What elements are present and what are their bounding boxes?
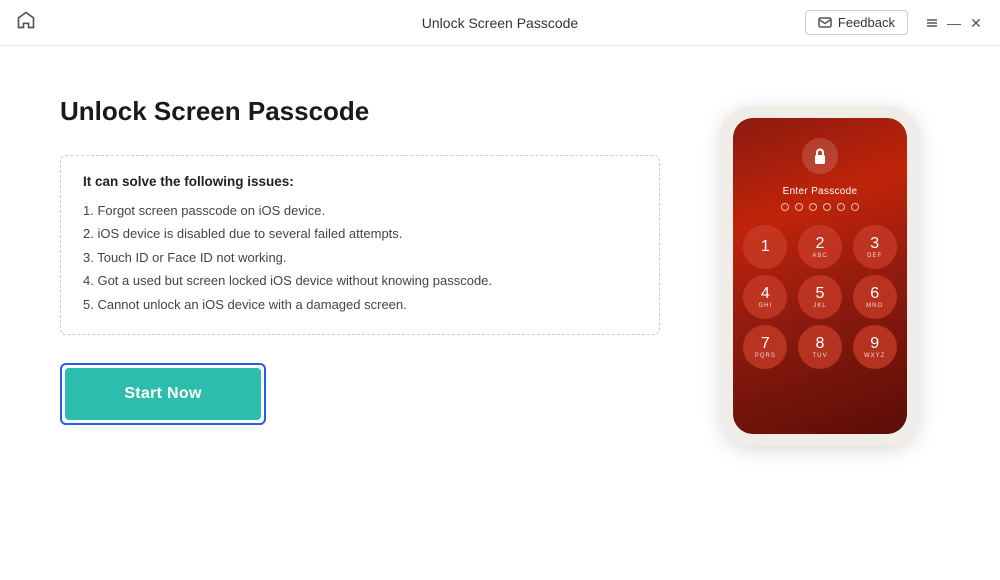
passcode-dot [823,203,831,211]
passcode-dot [809,203,817,211]
start-now-button[interactable]: Start Now [65,368,261,420]
passcode-dot [781,203,789,211]
mail-icon [818,17,832,28]
num-btn-3[interactable]: 3DEF [853,225,897,269]
start-button-wrapper: Start Now [60,363,266,425]
lock-icon-circle [802,138,838,174]
right-panel: Enter Passcode 1 2ABC 3DEF 4GHI 5JKL 6MN… [700,96,940,446]
passcode-dot [851,203,859,211]
passcode-dot [795,203,803,211]
issues-title: It can solve the following issues: [83,174,637,189]
close-button[interactable]: ✕ [968,15,984,31]
left-panel: Unlock Screen Passcode It can solve the … [60,96,700,425]
list-item: 5. Cannot unlock an iOS device with a da… [83,293,637,316]
phone-screen: Enter Passcode 1 2ABC 3DEF 4GHI 5JKL 6MN… [733,118,907,434]
issues-list: 1. Forgot screen passcode on iOS device.… [83,199,637,316]
home-icon[interactable] [16,10,36,35]
passcode-dots [781,203,859,211]
list-item: 4. Got a used but screen locked iOS devi… [83,269,637,292]
lock-icon [812,147,828,165]
num-btn-4[interactable]: 4GHI [743,275,787,319]
hamburger-icon [925,16,939,30]
feedback-button[interactable]: Feedback [805,10,908,35]
num-btn-5[interactable]: 5JKL [798,275,842,319]
num-btn-8[interactable]: 8TUV [798,325,842,369]
window-controls: — ✕ [924,15,984,31]
issues-box: It can solve the following issues: 1. Fo… [60,155,660,335]
title-bar: Unlock Screen Passcode Feedback — ✕ [0,0,1000,46]
num-btn-7[interactable]: 7PQRS [743,325,787,369]
lock-icon-area [802,138,838,174]
page-title: Unlock Screen Passcode [60,96,660,127]
passcode-dot [837,203,845,211]
window-title: Unlock Screen Passcode [422,15,578,31]
num-btn-1[interactable]: 1 [743,225,787,269]
num-btn-6[interactable]: 6MNO [853,275,897,319]
enter-passcode-label: Enter Passcode [783,186,858,197]
num-btn-2[interactable]: 2ABC [798,225,842,269]
num-btn-9[interactable]: 9WXYZ [853,325,897,369]
menu-button[interactable] [924,15,940,31]
list-item: 2. iOS device is disabled due to several… [83,222,637,245]
minimize-button[interactable]: — [946,15,962,31]
title-bar-left [16,10,36,35]
list-item: 3. Touch ID or Face ID not working. [83,246,637,269]
title-bar-right: Feedback — ✕ [805,10,984,35]
phone-mockup: Enter Passcode 1 2ABC 3DEF 4GHI 5JKL 6MN… [721,106,919,446]
numpad: 1 2ABC 3DEF 4GHI 5JKL 6MNO 7PQRS 8TUV 9W… [733,225,907,369]
main-content: Unlock Screen Passcode It can solve the … [0,46,1000,580]
list-item: 1. Forgot screen passcode on iOS device. [83,199,637,222]
